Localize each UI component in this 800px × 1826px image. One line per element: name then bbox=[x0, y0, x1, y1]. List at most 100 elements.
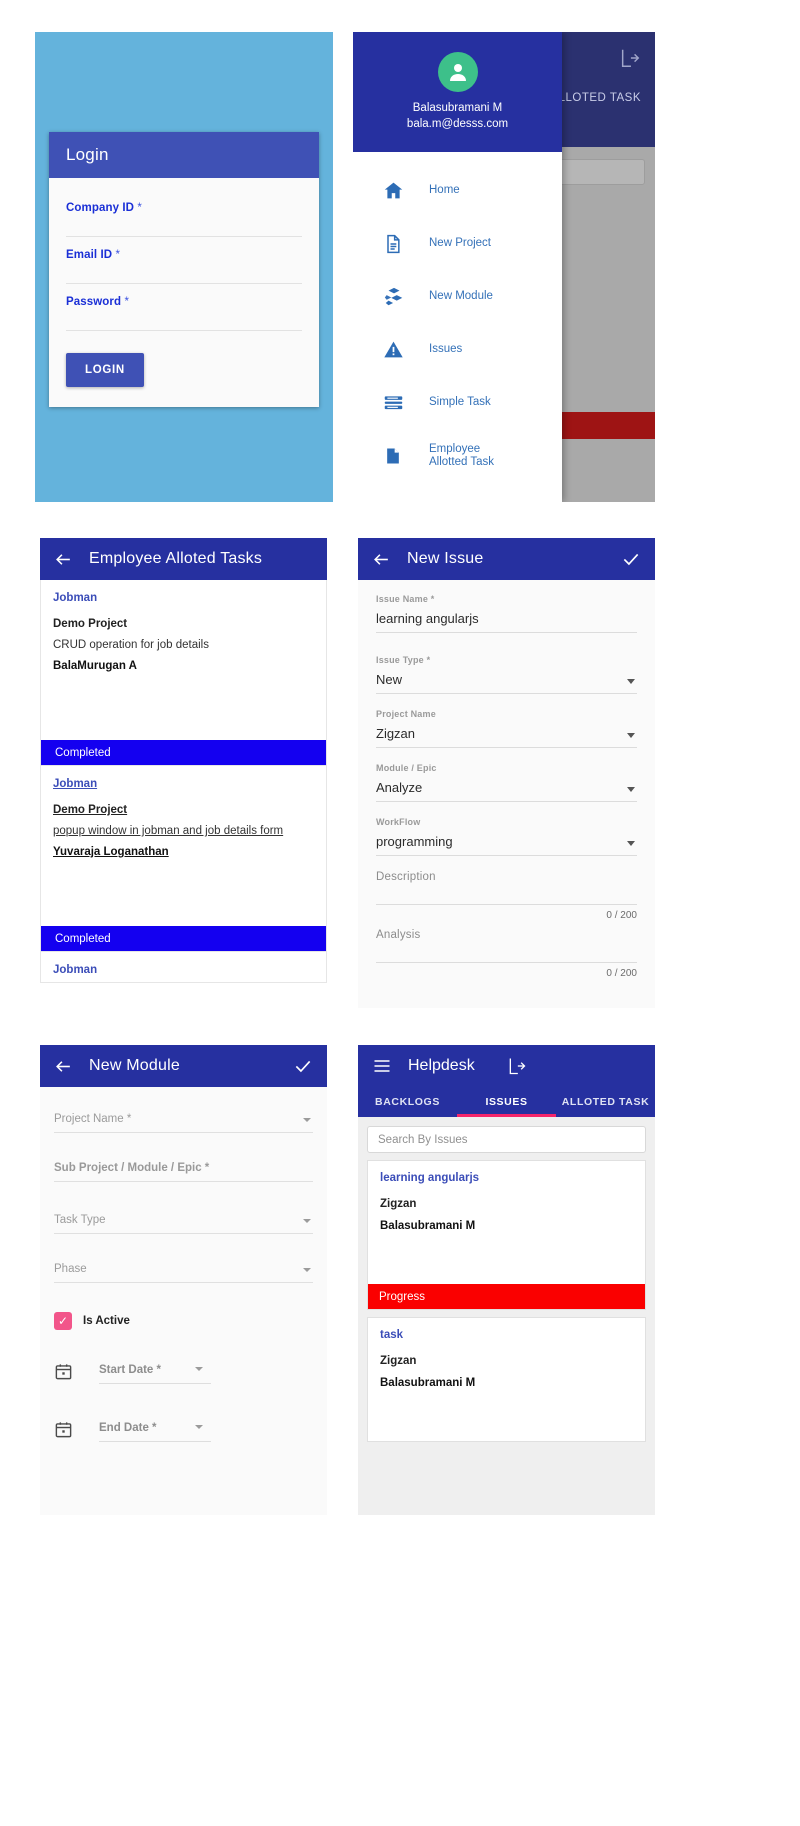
task-owner: Yuvaraja Loganathan bbox=[53, 846, 169, 858]
chevron-down-icon[interactable] bbox=[627, 733, 635, 738]
status-badge: Progress bbox=[368, 1284, 645, 1309]
project-name-select[interactable] bbox=[54, 1132, 313, 1133]
logout-icon[interactable] bbox=[507, 1056, 527, 1076]
start-date-control[interactable]: Start Date * bbox=[99, 1364, 211, 1384]
chevron-down-icon[interactable] bbox=[627, 787, 635, 792]
password-label: Password * bbox=[66, 296, 302, 308]
search-input[interactable]: Search By Issues bbox=[367, 1126, 646, 1153]
chevron-down-icon[interactable] bbox=[627, 679, 635, 684]
chevron-down-icon[interactable] bbox=[303, 1219, 311, 1223]
drawer-item-label: New Project bbox=[429, 237, 491, 249]
chevron-down-icon[interactable] bbox=[303, 1268, 311, 1272]
new-issue-form: Issue Name * learning angularjs Issue Ty… bbox=[358, 580, 655, 979]
chevron-down-icon[interactable] bbox=[627, 841, 635, 846]
project-name-field: Project Name * bbox=[54, 1113, 313, 1133]
calendar-icon[interactable] bbox=[54, 1420, 73, 1444]
issue-card-body: learning angularjs Zigzan Balasubramani … bbox=[368, 1161, 645, 1284]
phase-placeholder: Phase bbox=[54, 1263, 87, 1275]
drawer-header: Balasubramani M bala.m@desss.com bbox=[353, 32, 562, 152]
start-date-input[interactable] bbox=[99, 1383, 211, 1384]
email-id-label-text: Email ID bbox=[66, 249, 113, 261]
tab-issues[interactable]: ISSUES bbox=[457, 1087, 556, 1117]
phase-select[interactable] bbox=[54, 1282, 313, 1283]
issue-card[interactable]: learning angularjs Zigzan Balasubramani … bbox=[367, 1160, 646, 1310]
drawer-item-home[interactable]: Home bbox=[353, 164, 562, 217]
login-card: Login Company ID * Email ID * Password *… bbox=[49, 132, 319, 407]
workflow-label: WorkFlow bbox=[376, 817, 421, 827]
calendar-icon[interactable] bbox=[54, 1362, 73, 1386]
chevron-down-icon[interactable] bbox=[195, 1425, 203, 1429]
check-icon[interactable] bbox=[293, 1056, 313, 1076]
chevron-down-icon[interactable] bbox=[303, 1118, 311, 1122]
task-description: popup window in jobman and job details f… bbox=[53, 825, 284, 837]
task-card[interactable]: Jobman Demo Project CRUD operation for j… bbox=[40, 580, 327, 766]
page-title: New Issue bbox=[407, 550, 484, 567]
required-asterisk: * bbox=[115, 249, 121, 261]
drawer-item-label: New Module bbox=[429, 290, 493, 302]
company-id-field-group: Company ID * bbox=[66, 190, 302, 237]
sub-project-module-epic-field: Sub Project / Module / Epic * bbox=[54, 1162, 313, 1182]
issue-name-input[interactable]: learning angularjs bbox=[376, 611, 637, 633]
task-card-body: Jobman bbox=[41, 952, 326, 982]
back-arrow-icon[interactable] bbox=[372, 550, 391, 569]
description-textarea[interactable] bbox=[376, 891, 637, 905]
module-epic-field: Module / Epic Analyze bbox=[376, 763, 637, 802]
sub-project-input[interactable] bbox=[54, 1181, 313, 1182]
status-badge: Completed bbox=[41, 740, 326, 765]
logout-icon[interactable] bbox=[619, 47, 641, 69]
drawer-item-new-module[interactable]: New Module bbox=[353, 270, 562, 323]
end-date-row: End Date * bbox=[54, 1420, 313, 1444]
issue-type-field: Issue Type * New bbox=[376, 655, 637, 694]
checkmark-icon[interactable]: ✓ bbox=[54, 1312, 72, 1330]
new-issue-appbar: New Issue bbox=[358, 538, 655, 580]
analysis-textarea[interactable] bbox=[376, 949, 637, 963]
issue-type-select[interactable]: New bbox=[376, 672, 637, 694]
workflow-select[interactable]: programming bbox=[376, 834, 637, 856]
email-id-label: Email ID * bbox=[66, 249, 302, 261]
page-title: Employee Alloted Tasks bbox=[89, 550, 263, 567]
search-placeholder: Search By Issues bbox=[378, 1133, 468, 1146]
hamburger-menu-icon[interactable] bbox=[372, 1056, 392, 1076]
description-label: Description bbox=[376, 871, 436, 883]
back-arrow-icon[interactable] bbox=[54, 550, 73, 569]
email-id-input[interactable] bbox=[66, 261, 302, 284]
email-id-field-group: Email ID * bbox=[66, 237, 302, 284]
drawer-item-new-project[interactable]: New Project bbox=[353, 217, 562, 270]
task-title: Jobman bbox=[53, 778, 98, 790]
analysis-field: Analysis 0 / 200 bbox=[376, 929, 637, 979]
drawer-item-simple-task[interactable]: Simple Task bbox=[353, 376, 562, 429]
end-date-control[interactable]: End Date * bbox=[99, 1422, 211, 1442]
task-card[interactable]: Jobman bbox=[40, 952, 327, 983]
back-arrow-icon[interactable] bbox=[54, 1057, 73, 1076]
task-owner: BalaMurugan A bbox=[53, 660, 137, 672]
issue-title: learning angularjs bbox=[380, 1172, 480, 1184]
document-icon bbox=[383, 234, 413, 254]
module-epic-select[interactable]: Analyze bbox=[376, 780, 637, 802]
login-button[interactable]: LOGIN bbox=[66, 353, 144, 387]
chevron-down-icon[interactable] bbox=[195, 1367, 203, 1371]
password-input[interactable] bbox=[66, 308, 302, 331]
is-active-checkbox-row[interactable]: ✓ Is Active bbox=[54, 1312, 313, 1330]
task-project: Demo Project bbox=[53, 618, 128, 630]
new-module-appbar: New Module bbox=[40, 1045, 327, 1087]
required-asterisk: * bbox=[137, 202, 142, 214]
drawer-item-issues[interactable]: Issues bbox=[353, 323, 562, 376]
project-name-select[interactable]: Zigzan bbox=[376, 726, 637, 748]
background-tab-label: LLOTED TASK bbox=[558, 92, 641, 104]
company-id-input[interactable] bbox=[66, 214, 302, 237]
task-type-field: Task Type bbox=[54, 1214, 313, 1234]
project-name-field: Project Name Zigzan bbox=[376, 709, 637, 748]
page-title: Helpdesk bbox=[408, 1057, 475, 1074]
task-description: CRUD operation for job details bbox=[53, 639, 209, 651]
drawer-item-employee-allotted-task[interactable]: Employee Allotted Task bbox=[353, 429, 562, 482]
screenshot-root: Login Company ID * Email ID * Password *… bbox=[0, 0, 800, 1826]
task-card[interactable]: Jobman Demo Project popup window in jobm… bbox=[40, 766, 327, 952]
navigation-drawer-screen: LLOTED TASK Balasubramani M bala.m@desss… bbox=[353, 32, 655, 502]
task-type-select[interactable] bbox=[54, 1233, 313, 1234]
tab-alloted-task[interactable]: ALLOTED TASK bbox=[556, 1087, 655, 1117]
drawer-menu: Home New Project New Module Issues Simpl… bbox=[353, 152, 562, 482]
end-date-input[interactable] bbox=[99, 1441, 211, 1442]
issue-card[interactable]: task Zigzan Balasubramani M bbox=[367, 1317, 646, 1442]
check-icon[interactable] bbox=[621, 549, 641, 569]
tab-backlogs[interactable]: BACKLOGS bbox=[358, 1087, 457, 1117]
